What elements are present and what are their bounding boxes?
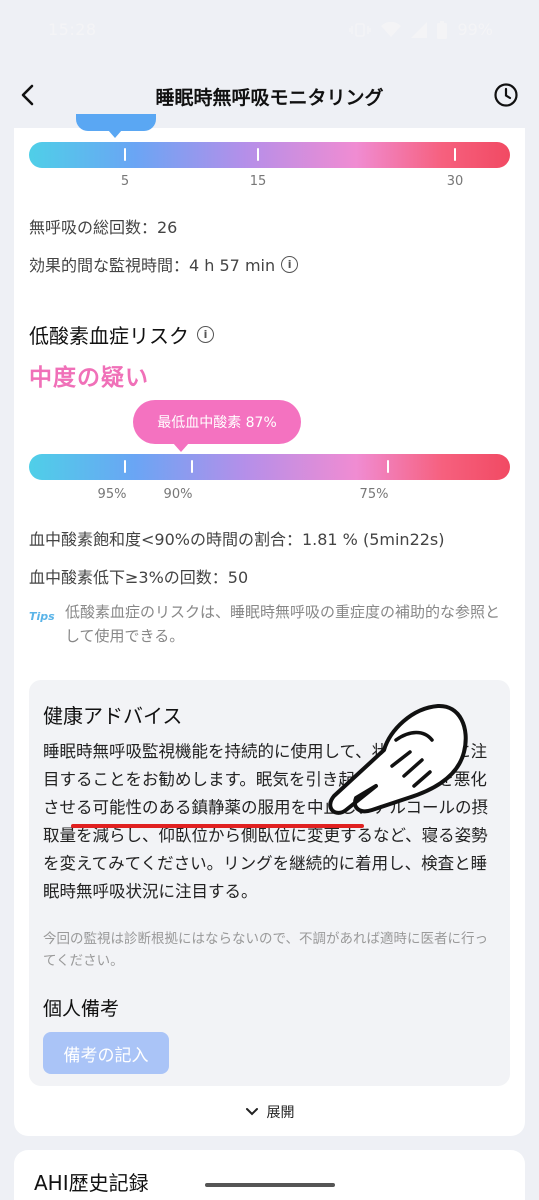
page-title: 睡眠時無呼吸モニタリング <box>155 87 384 109</box>
effective-monitoring-time-text: 効果的間な監視時間：4 h 57 min <box>29 256 276 275</box>
status-time: 15:28 <box>48 20 97 39</box>
scale-tick <box>124 460 126 473</box>
o2-tick-label: 90% <box>163 487 193 502</box>
wifi-icon <box>381 21 402 37</box>
scale-tick <box>257 148 259 161</box>
home-indicator[interactable] <box>205 1183 335 1187</box>
disclaimer-text: 今回の監視は診断根拠にはならないので、不調があれば適時に医者に行ってください。 <box>43 931 488 969</box>
hypoxemia-section-title: 低酸素血症リスク i <box>29 320 214 349</box>
clock-icon <box>494 83 518 107</box>
apnea-scale-bar <box>29 142 510 168</box>
hypoxemia-title-text: 低酸素血症リスク <box>29 324 189 348</box>
o2-scale-bar <box>29 454 510 480</box>
pointing-hand-icon <box>328 703 468 815</box>
add-note-button[interactable]: 備考の記入 <box>43 1032 169 1074</box>
ahi-history-title: AHI歴史記録 <box>34 1171 149 1195</box>
ahi-history-card[interactable]: AHI歴史記録 <box>14 1150 525 1200</box>
info-icon[interactable]: i <box>281 255 299 273</box>
o2-below-90-ratio: 血中酸素飽和度<90%の時間の割合：1.81 % (5min22s) <box>29 526 445 550</box>
status-bar: 15:28 99% <box>0 0 539 62</box>
tips-icon: Tips <box>29 610 55 623</box>
apnea-total-count: 無呼吸の総回数：26 <box>29 214 177 238</box>
health-advice-title: 健康アドバイス <box>43 704 183 728</box>
lowest-o2-bubble: 最低血中酸素 87% <box>133 400 301 452</box>
tips-text: 低酸素血症のリスクは、睡眠時無呼吸の重症度の補助的な参照として使用できる。 <box>65 603 501 645</box>
apnea-total-count-text: 無呼吸の総回数：26 <box>29 218 178 237</box>
apnea-tick-label: 15 <box>249 174 267 189</box>
expand-label: 展開 <box>266 1105 295 1121</box>
apnea-tick-label: 5 <box>120 174 130 189</box>
vibrate-icon <box>349 22 372 37</box>
apnea-tick-label: 30 <box>446 174 464 189</box>
chevron-down-icon <box>245 1108 258 1116</box>
o2-drop-count: 血中酸素低下≥3%の回数：50 <box>29 564 248 588</box>
tips-block: Tips 低酸素血症のリスクは、睡眠時無呼吸の重症度の補助的な参照として使用でき… <box>29 600 509 648</box>
o2-drop-count-text: 血中酸素低下≥3%の回数：50 <box>29 568 249 587</box>
battery-icon <box>437 20 448 39</box>
scale-tick <box>191 460 193 473</box>
info-icon[interactable]: i <box>197 326 214 343</box>
history-button[interactable] <box>493 82 519 108</box>
hypoxemia-risk-level: 中度の疑い <box>29 365 149 391</box>
sleep-apnea-card: 5 15 30 無呼吸の総回数：26 効果的間な監視時間：4 h 57 min … <box>14 114 525 1136</box>
scale-tick <box>454 148 456 161</box>
expand-button[interactable]: 展開 <box>14 1102 525 1122</box>
scale-tick <box>124 148 126 161</box>
personal-note-title: 個人備考 <box>43 998 120 1020</box>
scale-tick <box>387 460 389 473</box>
status-icons: 99% <box>349 20 493 39</box>
effective-monitoring-time: 効果的間な監視時間：4 h 57 min i <box>29 252 299 276</box>
battery-percent: 99% <box>457 20 493 39</box>
signal-icon <box>411 21 428 38</box>
apnea-value-bubble <box>76 114 156 138</box>
o2-below-90-ratio-text: 血中酸素飽和度<90%の時間の割合：1.81 % (5min22s) <box>29 530 445 549</box>
o2-tick-label: 95% <box>97 487 127 502</box>
o2-tick-label: 75% <box>359 487 389 502</box>
red-underline-annotation <box>71 824 364 828</box>
